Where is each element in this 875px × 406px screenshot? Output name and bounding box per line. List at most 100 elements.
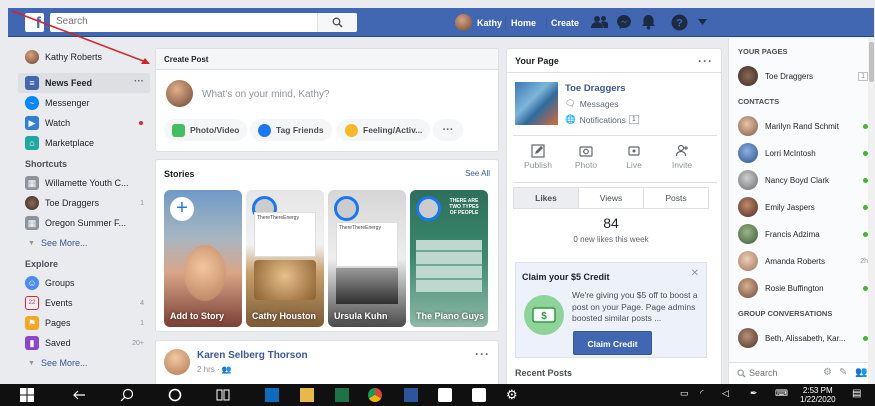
sidebar-item-label: Events bbox=[45, 298, 73, 308]
messenger-icon[interactable] bbox=[616, 14, 632, 30]
live-label: Live bbox=[626, 160, 642, 170]
sidebar-item-marketplace[interactable]: ⌂ Marketplace bbox=[18, 133, 150, 153]
close-icon[interactable]: ✕ bbox=[691, 268, 699, 279]
sidebar-item-saved[interactable]: ▮ Saved 20+ bbox=[18, 333, 150, 353]
messages-label: Messages bbox=[579, 98, 619, 109]
avatar bbox=[738, 251, 758, 271]
photo-button[interactable]: Photo bbox=[561, 144, 611, 170]
feeling-activity-button[interactable]: Feeling/Activ... bbox=[337, 119, 431, 141]
contacts-heading: CONTACTS bbox=[738, 97, 780, 106]
new-message-icon[interactable]: ✎ bbox=[839, 367, 847, 378]
claim-credit-button[interactable]: Claim Credit bbox=[573, 331, 652, 355]
story-card[interactable]: ThereThereEnergy Ursula Kuhn bbox=[328, 190, 406, 327]
photo-video-button[interactable]: Photo/Video bbox=[164, 119, 248, 141]
sidebar-item-shortcut[interactable]: Toe Draggers 1 bbox=[18, 193, 150, 213]
sidebar-item-label: Willamette Youth C... bbox=[45, 178, 129, 188]
sidebar-item-label: Groups bbox=[45, 278, 75, 288]
sidebar-item-messenger[interactable]: ~ Messenger bbox=[18, 93, 150, 113]
page-options-icon[interactable]: ··· bbox=[698, 54, 713, 68]
create-post-title: Create Post bbox=[156, 49, 498, 70]
sidebar-item-shortcut[interactable]: ▦ Willamette Youth C... bbox=[18, 173, 150, 193]
sidebar-item-news-feed[interactable]: ≡ News Feed ··· bbox=[18, 73, 150, 93]
search-button[interactable] bbox=[317, 13, 357, 32]
create-link[interactable]: Create bbox=[551, 18, 579, 28]
sidebar-item-events[interactable]: 22 Events 4 bbox=[18, 293, 150, 313]
create-group-icon[interactable]: 👥 bbox=[855, 367, 867, 378]
contact-name: Amanda Roberts bbox=[765, 256, 826, 266]
more-options-icon[interactable]: ··· bbox=[134, 76, 144, 87]
add-to-story-card[interactable]: + Add to Story bbox=[164, 190, 242, 327]
tab-views[interactable]: Views bbox=[579, 188, 644, 208]
chat-page-item[interactable]: Toe Draggers 1 bbox=[738, 65, 868, 87]
outlook-icon[interactable] bbox=[265, 388, 279, 402]
page-notifications-link[interactable]: 🌐 Notifications 1 bbox=[565, 114, 639, 125]
tag-friends-button[interactable]: Tag Friends bbox=[250, 119, 332, 141]
task-view-icon[interactable] bbox=[216, 388, 230, 402]
keyboard-icon[interactable]: ⌨ bbox=[775, 388, 788, 402]
store-icon[interactable] bbox=[472, 388, 486, 402]
story-photo bbox=[336, 268, 398, 304]
volume-icon[interactable]: ◁ bbox=[722, 388, 729, 402]
post-composer-input[interactable]: What's on your mind, Kathy? bbox=[202, 89, 330, 100]
chrome-icon[interactable] bbox=[368, 388, 382, 402]
globe-icon: 🌐 bbox=[565, 114, 576, 124]
profile-link[interactable]: Kathy bbox=[455, 14, 502, 31]
page-name-link[interactable]: Toe Draggers bbox=[565, 83, 626, 94]
word-icon[interactable] bbox=[404, 388, 418, 402]
page-messages-link[interactable]: 🗨 Messages bbox=[565, 98, 619, 109]
search-icon[interactable] bbox=[120, 388, 134, 402]
chat-settings-gear-icon[interactable]: ⚙ bbox=[823, 367, 832, 378]
home-link[interactable]: Home bbox=[511, 18, 536, 28]
mail-icon[interactable] bbox=[438, 388, 452, 402]
page-profile-image[interactable] bbox=[515, 82, 558, 125]
live-video-icon bbox=[628, 146, 640, 156]
contact-item[interactable]: Emily Jaspers bbox=[738, 196, 868, 218]
friend-requests-icon[interactable] bbox=[591, 14, 609, 30]
live-button[interactable]: Live bbox=[609, 144, 659, 170]
battery-icon[interactable]: ▭ bbox=[680, 388, 689, 402]
chat-search-input[interactable] bbox=[749, 368, 819, 378]
contact-item[interactable]: Francis Adzima bbox=[738, 223, 868, 245]
notification-center-icon[interactable]: ▤ bbox=[852, 388, 861, 402]
invite-button[interactable]: Invite bbox=[657, 144, 707, 170]
cortana-circle-icon[interactable] bbox=[168, 388, 182, 402]
post-meta-text: 2 hrs · bbox=[197, 365, 220, 374]
contact-item[interactable]: Rosie Buffington bbox=[738, 277, 868, 299]
notifications-label: Notifications bbox=[579, 114, 626, 125]
more-options-button[interactable]: ··· bbox=[433, 119, 463, 141]
group-conversation-item[interactable]: Beth, Alissabeth, Kar... bbox=[738, 327, 868, 349]
sidebar-item-groups[interactable]: ☺ Groups bbox=[18, 273, 150, 293]
wifi-icon[interactable]: ◜ bbox=[700, 388, 704, 402]
pen-icon[interactable]: ✒ bbox=[750, 388, 758, 402]
story-card[interactable]: THERE ARE TWO TYPES OF PEOPLE The Piano … bbox=[410, 190, 488, 327]
sidebar-item-pages[interactable]: ⚑ Pages 1 bbox=[18, 313, 150, 333]
sidebar-item-watch[interactable]: ▶ Watch bbox=[18, 113, 150, 133]
back-arrow-icon[interactable] bbox=[72, 388, 86, 402]
post-author-link[interactable]: Karen Selberg Thorson bbox=[197, 350, 308, 361]
account-menu-chevron-down-icon[interactable] bbox=[698, 19, 707, 25]
sidebar-item-profile[interactable]: Kathy Roberts bbox=[18, 47, 150, 67]
story-card[interactable]: ThereThereEnergy Cathy Houston bbox=[246, 190, 324, 327]
help-icon[interactable]: ? bbox=[671, 14, 688, 31]
contact-item[interactable]: Nancy Boyd Clark bbox=[738, 169, 868, 191]
windows-start-icon[interactable] bbox=[20, 388, 34, 402]
tab-posts[interactable]: Posts bbox=[644, 188, 708, 208]
story-photo bbox=[254, 260, 316, 300]
contact-item[interactable]: Marilyn Rand Schmit bbox=[738, 115, 868, 137]
excel-icon[interactable] bbox=[335, 388, 349, 402]
post-options-icon[interactable]: ··· bbox=[475, 347, 490, 361]
publish-button[interactable]: Publish bbox=[513, 144, 563, 170]
contact-item[interactable]: Amanda Roberts 2h bbox=[738, 250, 868, 272]
sidebar-see-more[interactable]: ▼ See More... bbox=[18, 233, 150, 253]
notifications-bell-icon[interactable] bbox=[641, 14, 656, 30]
settings-gear-icon[interactable]: ⚙ bbox=[506, 388, 518, 402]
see-all-link[interactable]: See All bbox=[465, 169, 490, 178]
tab-likes[interactable]: Likes bbox=[514, 188, 579, 208]
sidebar-item-count: 4 bbox=[140, 299, 144, 307]
sidebar-see-more[interactable]: ▼ See More... bbox=[18, 353, 150, 373]
page-scrollbar[interactable] bbox=[868, 38, 875, 384]
taskbar-clock[interactable]: 2:53 PM 1/22/2020 bbox=[800, 386, 836, 404]
contact-item[interactable]: Lorri McIntosh bbox=[738, 142, 868, 164]
sidebar-item-shortcut[interactable]: ▦ Oregon Summer F... bbox=[18, 213, 150, 233]
file-explorer-icon[interactable] bbox=[300, 388, 314, 402]
